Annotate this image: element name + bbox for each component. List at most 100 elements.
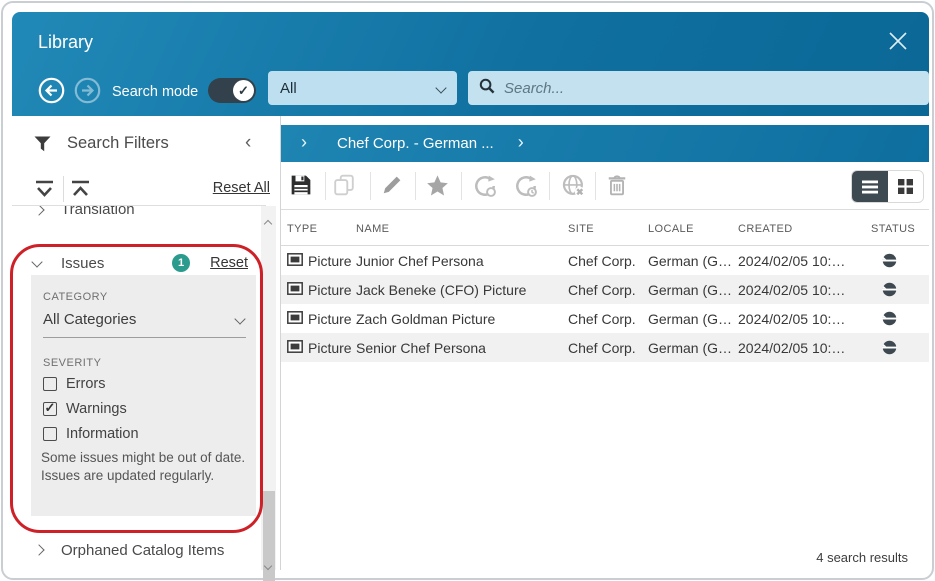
bookmark-star-icon[interactable] bbox=[426, 174, 450, 198]
cell-type: Picture bbox=[308, 282, 352, 298]
toggle-check-icon: ✓ bbox=[233, 80, 254, 101]
chevron-down-icon bbox=[31, 256, 42, 267]
cell-type: Picture bbox=[308, 253, 352, 269]
column-header-created[interactable]: CREATED bbox=[738, 223, 871, 235]
checkbox-label: Information bbox=[66, 426, 139, 442]
checkbox-label: Warnings bbox=[66, 401, 127, 417]
collapse-all-icon[interactable] bbox=[69, 179, 92, 205]
publication-status-icon bbox=[871, 340, 929, 355]
cell-locale: German (G… bbox=[648, 311, 738, 327]
breadcrumb-chevron-icon[interactable]: › bbox=[301, 132, 307, 153]
search-filters-title: Search Filters bbox=[67, 134, 169, 153]
delete-trash-icon[interactable] bbox=[606, 174, 630, 198]
search-filters-panel: Search Filters ‹ Reset All Translation bbox=[12, 116, 281, 570]
table-header: TYPE NAME SITE LOCALE CREATED STATUS bbox=[281, 212, 929, 246]
table-row[interactable]: Picture Jack Beneke (CFO) Picture Chef C… bbox=[281, 275, 929, 304]
search-mode-label: Search mode bbox=[112, 84, 198, 100]
collapse-panel-icon[interactable]: ‹ bbox=[245, 132, 251, 154]
cell-name: Junior Chef Persona bbox=[356, 253, 568, 269]
column-header-locale[interactable]: LOCALE bbox=[648, 223, 738, 235]
search-mode-toggle[interactable]: ✓ bbox=[208, 78, 256, 103]
cell-created: 2024/02/05 10:… bbox=[738, 311, 871, 327]
close-icon[interactable] bbox=[883, 26, 913, 56]
column-header-site[interactable]: SITE bbox=[568, 223, 648, 235]
edit-icon[interactable] bbox=[381, 174, 405, 198]
sidebar-item-orphaned-catalog-items[interactable]: Orphaned Catalog Items bbox=[12, 540, 261, 566]
search-field bbox=[468, 71, 929, 105]
publish-icon[interactable] bbox=[473, 174, 497, 198]
divider bbox=[549, 172, 550, 200]
cell-type: Picture bbox=[308, 311, 352, 327]
publish-with-schedule-icon[interactable] bbox=[514, 174, 538, 198]
breadcrumb-item[interactable]: Chef Corp. - German ... bbox=[337, 135, 494, 152]
checkbox-icon[interactable] bbox=[43, 402, 57, 416]
cell-locale: German (G… bbox=[648, 340, 738, 356]
cell-created: 2024/02/05 10:… bbox=[738, 253, 871, 269]
cell-site: Chef Corp. bbox=[568, 311, 648, 327]
breadcrumb-chevron-icon[interactable]: › bbox=[518, 132, 524, 153]
window-title: Library bbox=[38, 32, 93, 53]
cell-site: Chef Corp. bbox=[568, 253, 648, 269]
doctype-filter-value: All bbox=[280, 80, 437, 97]
checkbox-icon[interactable] bbox=[43, 427, 57, 441]
section-label: Translation bbox=[61, 206, 135, 218]
scroll-up-icon[interactable] bbox=[265, 214, 271, 232]
results-table: Picture Junior Chef Persona Chef Corp. G… bbox=[281, 246, 929, 362]
table-row[interactable]: Picture Senior Chef Persona Chef Corp. G… bbox=[281, 333, 929, 362]
picture-type-icon bbox=[287, 340, 303, 356]
cell-type: Picture bbox=[308, 340, 352, 356]
cell-locale: German (G… bbox=[648, 282, 738, 298]
cell-name: Senior Chef Persona bbox=[356, 340, 568, 356]
divider bbox=[63, 176, 64, 202]
cell-name: Jack Beneke (CFO) Picture bbox=[356, 282, 568, 298]
sidebar-scrollbar[interactable] bbox=[261, 206, 276, 570]
column-header-status[interactable]: STATUS bbox=[871, 223, 929, 235]
chevron-down-icon bbox=[435, 82, 446, 93]
doctype-filter-select[interactable]: All bbox=[268, 71, 457, 105]
cell-site: Chef Corp. bbox=[568, 282, 648, 298]
checkbox-icon[interactable] bbox=[43, 377, 57, 391]
table-row[interactable]: Picture Junior Chef Persona Chef Corp. G… bbox=[281, 246, 929, 275]
section-label: Issues bbox=[61, 255, 104, 272]
publication-status-icon bbox=[871, 282, 929, 297]
save-search-icon[interactable] bbox=[290, 174, 314, 198]
reset-all-link[interactable]: Reset All bbox=[213, 180, 270, 196]
scroll-down-icon[interactable] bbox=[265, 556, 271, 574]
copy-icon[interactable] bbox=[333, 174, 357, 198]
filter-funnel-icon bbox=[34, 136, 51, 157]
window-header: Library Search mode ✓ All bbox=[12, 12, 929, 116]
forward-button[interactable] bbox=[74, 77, 101, 104]
severity-label: SEVERITY bbox=[43, 357, 101, 369]
cell-name: Zach Goldman Picture bbox=[356, 311, 568, 327]
picture-type-icon bbox=[287, 282, 303, 298]
category-value: All Categories bbox=[43, 311, 136, 328]
view-mode-toggle bbox=[851, 170, 924, 203]
back-button[interactable] bbox=[38, 77, 65, 104]
divider bbox=[595, 172, 596, 200]
sidebar-item-translation[interactable]: Translation bbox=[12, 206, 261, 225]
window-frame: Library Search mode ✓ All bbox=[1, 1, 934, 580]
checkbox-label: Errors bbox=[66, 376, 105, 392]
divider bbox=[325, 172, 326, 200]
search-input[interactable] bbox=[504, 80, 918, 97]
issues-count-badge: 1 bbox=[172, 254, 190, 272]
column-header-type[interactable]: TYPE bbox=[287, 223, 356, 235]
divider bbox=[415, 172, 416, 200]
issues-note: Some issues might be out of date. Issues… bbox=[41, 449, 251, 485]
expand-all-icon[interactable] bbox=[33, 179, 56, 205]
chevron-right-icon bbox=[33, 206, 44, 216]
category-select[interactable]: All Categories bbox=[43, 311, 246, 338]
picture-type-icon bbox=[287, 311, 303, 327]
withdraw-globe-icon[interactable] bbox=[562, 174, 586, 198]
grid-view-button[interactable] bbox=[888, 171, 924, 202]
library-dialog: Library Search mode ✓ All bbox=[0, 0, 935, 581]
section-label: Orphaned Catalog Items bbox=[61, 542, 224, 559]
divider bbox=[370, 172, 371, 200]
issues-reset-link[interactable]: Reset bbox=[210, 255, 248, 271]
filters-scroll-area: Translation Issues 1 Reset CATEGORY All … bbox=[12, 206, 261, 570]
publication-status-icon bbox=[871, 253, 929, 268]
table-row[interactable]: Picture Zach Goldman Picture Chef Corp. … bbox=[281, 304, 929, 333]
column-header-name[interactable]: NAME bbox=[356, 223, 568, 235]
chevron-right-icon bbox=[33, 544, 44, 555]
list-view-button[interactable] bbox=[852, 171, 888, 202]
